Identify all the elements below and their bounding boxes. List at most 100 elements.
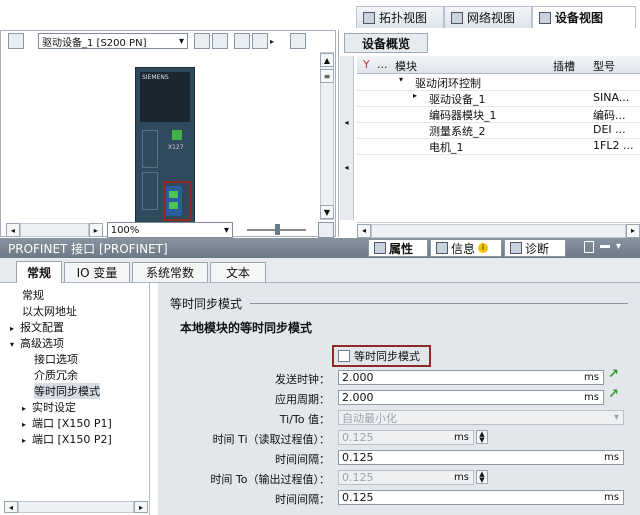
expand-icon[interactable]: ▸ [10,324,20,333]
column-header-slot[interactable]: 插槽 [553,58,575,74]
tab-system-constants[interactable]: 系统常数 [132,262,208,282]
tab-network-view[interactable]: 网络视图 [444,6,532,28]
column-header-module[interactable]: 模块 [395,58,417,74]
more-icon[interactable]: ▸ [270,37,274,46]
device-toolbar: 驱动设备_1 [S200 PN] ▾ ▸ [8,32,334,50]
spin-button[interactable]: ▲ ▼ [476,470,488,484]
expand-icon[interactable]: ▾ [399,75,403,84]
tab-topology-view[interactable]: 拓扑视图 [356,6,444,28]
expand-icon[interactable]: ▸ [413,91,417,100]
scroll-down-icon[interactable]: ▼ [320,205,334,219]
nav-hscroll[interactable]: ◂ ▸ [4,500,148,514]
zoom-slider-thumb[interactable] [275,224,281,235]
tab-label: 网络视图 [467,11,516,25]
send-clock-label: 发送时钟： [275,373,330,386]
nav-item-telegram-config[interactable]: ▸ 报文配置 [10,319,64,335]
nav-item-isochronous-mode[interactable]: 等时同步模式 [34,383,100,399]
column-options-icon[interactable]: ... [377,58,388,71]
scroll-right-icon[interactable]: ▸ [134,501,148,513]
nav-label: 报文配置 [20,321,64,334]
overview-hscroll[interactable]: ◂ ▸ [357,222,640,238]
table-row[interactable]: 编码器模块_1 编码... [357,106,640,123]
tab-diagnostics[interactable]: 诊断 [504,239,566,257]
status-led [172,130,182,140]
tab-info[interactable]: 信息 i [430,239,502,257]
tab-device-view[interactable]: 设备视图 [532,6,636,28]
horizontal-scrollbar[interactable] [19,223,89,237]
device-select[interactable]: 驱动设备_1 [S200 PN] ▾ [38,33,188,49]
nav-item-realtime-settings[interactable]: ▸ 实时设定 [22,399,76,415]
device-pane-scrollbar[interactable]: ▲ ≡ ▼ [320,52,334,220]
zoom-slider[interactable] [247,224,307,235]
filter-icon[interactable]: Y [363,58,370,71]
tab-general[interactable]: 常规 [16,261,62,283]
info-icon [436,242,448,254]
connector-slot [142,172,158,210]
scroll-right-icon[interactable]: ▸ [626,223,640,238]
layout-icon[interactable] [194,33,210,49]
scroll-right-icon[interactable]: ▸ [88,223,103,237]
nav-item-advanced-options[interactable]: ▾ 高级选项 [10,335,64,351]
to-interval-field[interactable]: 0.125 ms [338,490,624,505]
spin-button[interactable]: ▲ ▼ [476,430,488,444]
unit-label: ms [604,452,619,463]
zoom-select[interactable]: 100% ▾ [106,222,234,238]
tab-label: 诊断 [525,241,550,256]
collapse-left-icon[interactable]: ◂ [340,163,353,172]
tab-device-overview[interactable]: 设备概览 [344,33,428,53]
nav-item-port-p1[interactable]: ▸ 端口 [X150 P1] [22,415,112,431]
table-row[interactable]: 电机_1 1FL2 ... [357,138,640,155]
expand-icon[interactable]: ▸ [22,404,32,413]
table-row[interactable]: ▸ 驱动设备_1 SINA... [357,90,640,107]
section-title: 等时同步模式 [170,297,243,311]
device-tree-icon[interactable] [8,33,24,49]
tab-properties[interactable]: 属性 [368,239,428,257]
topology-icon [363,11,375,24]
arrow-icon[interactable]: ↗ [608,387,619,402]
window-float-icon[interactable] [584,241,594,253]
expand-icon[interactable] [290,33,307,49]
table-icon[interactable] [252,33,268,49]
nav-item-ethernet-address[interactable]: 以太网地址 [22,303,77,319]
expand-icon[interactable]: ▸ [22,436,32,445]
time-to-field[interactable]: 0.125 ms [338,470,474,485]
collapse-left-icon[interactable]: ◂ [340,118,353,127]
chevron-down-icon: ▾ [224,224,230,236]
time-ti-field[interactable]: 0.125 ms [338,430,474,445]
minimize-icon[interactable] [600,245,610,248]
expand-icon[interactable]: ▸ [22,420,32,429]
nav-item-media-redundancy[interactable]: 介质冗余 [34,367,78,383]
port-label: X127 [168,144,184,151]
to-interval-label: 时间间隔： [275,493,330,506]
draw-icon[interactable] [234,33,250,49]
scroll-up-icon[interactable]: ▲ [320,53,334,67]
tab-label: 信息 [451,241,476,256]
ti-to-value-select[interactable]: 自动最小化 ▾ [338,410,624,425]
tab-texts[interactable]: 文本 [210,262,266,282]
nav-item-port-p2[interactable]: ▸ 端口 [X150 P2] [22,431,112,447]
table-row[interactable]: ▾ 驱动闭环控制 [357,74,640,91]
tab-io-tags[interactable]: IO 变量 [64,262,130,282]
grid-icon[interactable] [212,33,228,49]
menu-icon[interactable]: ≡ [320,69,334,83]
unit-label: ms [584,372,599,383]
ti-interval-field[interactable]: 0.125 ms [338,450,624,465]
send-clock-field[interactable]: 2.000 ms [338,370,604,385]
time-ti-label: 时间 Ti（读取过程值）： [212,433,330,446]
collapse-icon[interactable]: ▾ [10,340,20,349]
scroll-left-icon[interactable]: ◂ [357,223,371,238]
chevron-down-icon: ▾ [178,35,184,47]
horizontal-scrollbar[interactable] [18,501,134,513]
table-row[interactable]: 测量系统_2 DEI ... [357,122,640,139]
arrow-icon[interactable]: ↗ [608,367,619,382]
scroll-left-icon[interactable]: ◂ [4,501,18,513]
horizontal-scrollbar[interactable] [371,223,626,238]
scroll-left-icon[interactable]: ◂ [6,223,20,237]
app-cycle-field[interactable]: 2.000 ms [338,390,604,405]
nav-item-general[interactable]: 常规 [22,287,44,303]
overview-navigation-icon[interactable] [318,222,334,238]
collapse-down-icon[interactable]: ▾ [616,241,621,252]
column-header-type[interactable]: 型号 [593,58,615,74]
nav-item-interface-options[interactable]: 接口选项 [34,351,78,367]
device-pane-statusbar: ◂ ▸ 100% ▾ [6,222,336,238]
